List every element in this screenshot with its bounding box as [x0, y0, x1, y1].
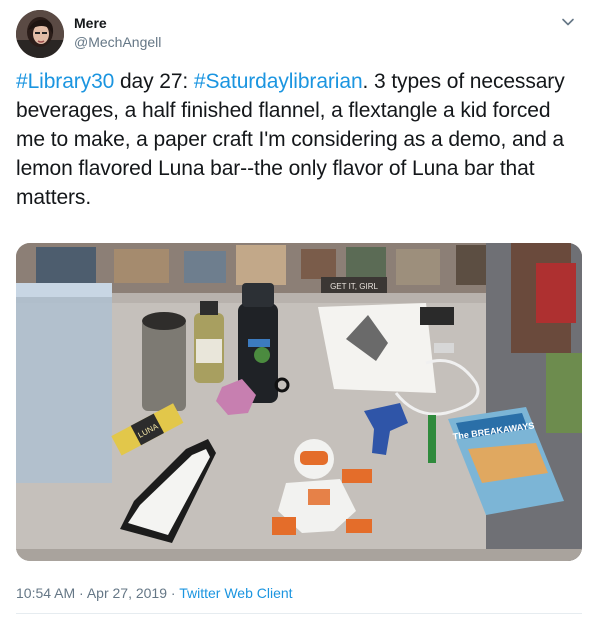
tweet-meta: 10:54 AM · Apr 27, 2019 · Twitter Web Cl…: [16, 584, 293, 602]
avatar-image: [16, 10, 64, 58]
display-name[interactable]: Mere: [74, 14, 161, 32]
tweet-text-part: day 27:: [114, 70, 194, 93]
hashtag-library30[interactable]: #Library30: [16, 70, 114, 93]
tweet: Mere @MechAngell #Library30 day 27: #Sat…: [0, 0, 592, 621]
chevron-down-icon[interactable]: [560, 14, 576, 30]
avatar[interactable]: [16, 10, 64, 58]
tweet-text: #Library30 day 27: #Saturdaylibrarian. 3…: [16, 67, 576, 212]
tweet-date[interactable]: Apr 27, 2019: [87, 585, 167, 601]
user-handle[interactable]: @MechAngell: [74, 33, 161, 51]
hashtag-saturdaylibrarian[interactable]: #Saturdaylibrarian: [194, 70, 363, 93]
tweet-client-link[interactable]: Twitter Web Client: [179, 585, 292, 601]
tweet-photo[interactable]: GET IT, GIRL LUNA The BREAKAWAYS: [16, 243, 582, 561]
tweet-time[interactable]: 10:54 AM: [16, 585, 75, 601]
tweet-header: Mere @MechAngell: [16, 8, 576, 58]
meta-separator: ·: [167, 585, 180, 601]
sign-text: GET IT, GIRL: [330, 282, 378, 291]
meta-separator: ·: [75, 585, 87, 601]
user-names: Mere @MechAngell: [74, 14, 161, 51]
divider: [16, 613, 582, 614]
desk-photo: GET IT, GIRL LUNA The BREAKAWAYS: [16, 243, 582, 561]
